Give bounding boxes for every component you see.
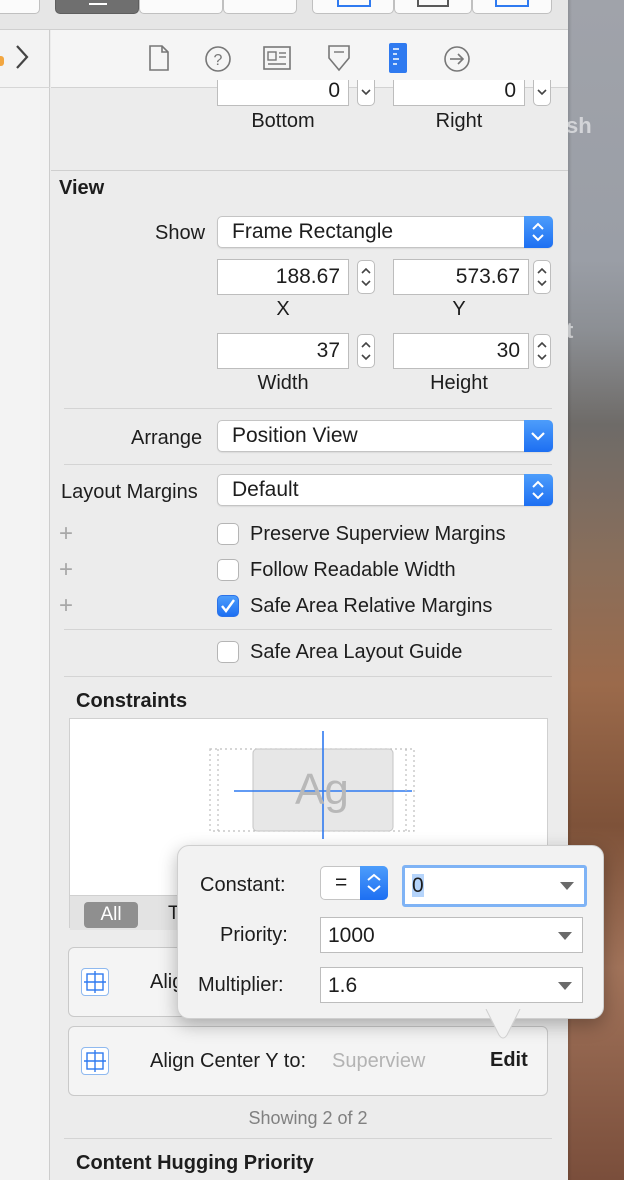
safe-area-relative-margins-checkbox[interactable] bbox=[217, 595, 239, 617]
multiplier-value: 1.6 bbox=[328, 974, 358, 997]
constraints-count: Showing 2 of 2 bbox=[248, 1108, 368, 1128]
right-inset-field[interactable]: 0 bbox=[393, 80, 525, 106]
y-field[interactable]: 573.67 bbox=[393, 259, 529, 295]
identity-inspector-icon[interactable] bbox=[263, 46, 291, 70]
arrange-popup-value: Position View bbox=[232, 424, 358, 447]
window-toolbar bbox=[0, 0, 568, 30]
safe-area-layout-guide-label: Safe Area Layout Guide bbox=[250, 641, 463, 663]
chevron-down-icon[interactable] bbox=[558, 932, 572, 940]
show-label: Show bbox=[155, 222, 206, 244]
divider bbox=[64, 1138, 552, 1139]
y-label: Y bbox=[452, 298, 466, 320]
constant-label: Constant: bbox=[200, 874, 286, 896]
show-popup[interactable]: Frame Rectangle bbox=[217, 216, 553, 248]
section-divider bbox=[51, 170, 568, 171]
preserve-superview-margins-label: Preserve Superview Margins bbox=[250, 523, 506, 545]
editor-gutter bbox=[0, 30, 50, 1180]
x-stepper[interactable] bbox=[357, 260, 375, 294]
layout-margins-label: Layout Margins bbox=[61, 481, 198, 503]
chevron-down-icon bbox=[524, 420, 553, 452]
follow-readable-width-label: Follow Readable Width bbox=[250, 559, 456, 581]
right-label: Right bbox=[435, 110, 483, 132]
chevron-down-icon[interactable] bbox=[558, 982, 572, 990]
show-popup-value: Frame Rectangle bbox=[232, 220, 394, 243]
layout-margins-popup[interactable]: Default bbox=[217, 474, 553, 506]
constraint-row[interactable]: Align Center Y to: Superview Edit bbox=[68, 1026, 548, 1096]
search-toggle-button[interactable] bbox=[223, 0, 297, 14]
bottom-inset-field[interactable]: 0 bbox=[217, 80, 349, 106]
divider bbox=[64, 408, 552, 409]
popup-updown-icon bbox=[524, 216, 553, 248]
x-field[interactable]: 188.67 bbox=[217, 259, 349, 295]
debug-area-toggle-button[interactable] bbox=[139, 0, 223, 14]
width-label: Width bbox=[257, 372, 309, 394]
layout-margins-popup-value: Default bbox=[232, 478, 299, 501]
height-label: Height bbox=[430, 372, 488, 394]
align-center-x-icon bbox=[81, 968, 109, 996]
chevron-down-icon[interactable] bbox=[560, 882, 574, 890]
help-inspector-icon[interactable]: ? bbox=[204, 45, 232, 73]
view-section-title: View bbox=[59, 177, 105, 199]
editor-standard-button[interactable] bbox=[312, 0, 394, 14]
edit-constraint-button[interactable]: Edit bbox=[490, 1049, 528, 1072]
follow-readable-width-checkbox[interactable] bbox=[217, 559, 239, 581]
svg-text:?: ? bbox=[214, 52, 223, 69]
relation-value: = bbox=[335, 871, 348, 894]
height-field[interactable]: 30 bbox=[393, 333, 529, 369]
filter-all-button[interactable]: All bbox=[84, 902, 138, 928]
divider bbox=[64, 676, 552, 677]
safe-area-layout-guide-checkbox[interactable] bbox=[217, 641, 239, 663]
chevron-right-icon[interactable] bbox=[14, 44, 30, 70]
attributes-inspector-icon[interactable] bbox=[326, 44, 352, 74]
constant-value: 0 bbox=[412, 874, 424, 897]
height-stepper[interactable] bbox=[533, 334, 551, 368]
editor-assistant-button[interactable] bbox=[394, 0, 472, 14]
relation-popup[interactable]: = bbox=[320, 866, 388, 900]
width-field[interactable]: 37 bbox=[217, 333, 349, 369]
preview-glyph: Ag bbox=[295, 765, 349, 814]
priority-value: 1000 bbox=[328, 924, 375, 947]
popover-arrow bbox=[485, 1009, 521, 1039]
multiplier-combo[interactable]: 1.6 bbox=[320, 967, 583, 1003]
constant-combo[interactable]: 0 bbox=[402, 865, 587, 907]
width-stepper[interactable] bbox=[357, 334, 375, 368]
checkmark-icon bbox=[221, 599, 235, 613]
bottom-inset-stepper[interactable] bbox=[357, 80, 375, 106]
file-inspector-icon[interactable] bbox=[148, 44, 170, 72]
size-inspector-icon[interactable] bbox=[388, 42, 408, 74]
toolbar-button[interactable] bbox=[0, 0, 40, 14]
divider bbox=[64, 464, 552, 465]
align-center-y-icon bbox=[81, 1047, 109, 1075]
add-variation-icon[interactable]: + bbox=[59, 592, 73, 620]
priority-label: Priority: bbox=[220, 924, 288, 946]
navigator-toggle-button[interactable] bbox=[55, 0, 139, 14]
divider bbox=[64, 629, 552, 630]
popup-updown-icon bbox=[524, 474, 553, 506]
constraints-section-title: Constraints bbox=[76, 690, 188, 712]
arrange-label: Arrange bbox=[131, 427, 203, 449]
wallpaper-text-a: sh bbox=[566, 113, 592, 138]
right-inset-stepper[interactable] bbox=[533, 80, 551, 106]
jump-bar bbox=[0, 30, 50, 88]
add-variation-icon[interactable]: + bbox=[59, 520, 73, 548]
x-label: X bbox=[276, 298, 290, 320]
constraint-target: Superview bbox=[332, 1050, 426, 1072]
preserve-superview-margins-checkbox[interactable] bbox=[217, 523, 239, 545]
content-hugging-title: Content Hugging Priority bbox=[76, 1152, 314, 1174]
editor-version-button[interactable] bbox=[472, 0, 552, 14]
popup-updown-icon bbox=[360, 866, 388, 900]
constraint-row-label: Align Center Y to: bbox=[150, 1050, 307, 1072]
arrange-popup[interactable]: Position View bbox=[217, 420, 553, 452]
priority-combo[interactable]: 1000 bbox=[320, 917, 583, 953]
add-variation-icon[interactable]: + bbox=[59, 556, 73, 584]
multiplier-label: Multiplier: bbox=[198, 974, 284, 996]
warning-marker bbox=[0, 56, 4, 66]
safe-area-relative-margins-label: Safe Area Relative Margins bbox=[250, 595, 493, 617]
connections-inspector-icon[interactable] bbox=[443, 45, 471, 73]
y-stepper[interactable] bbox=[533, 260, 551, 294]
bottom-label: Bottom bbox=[251, 110, 315, 132]
